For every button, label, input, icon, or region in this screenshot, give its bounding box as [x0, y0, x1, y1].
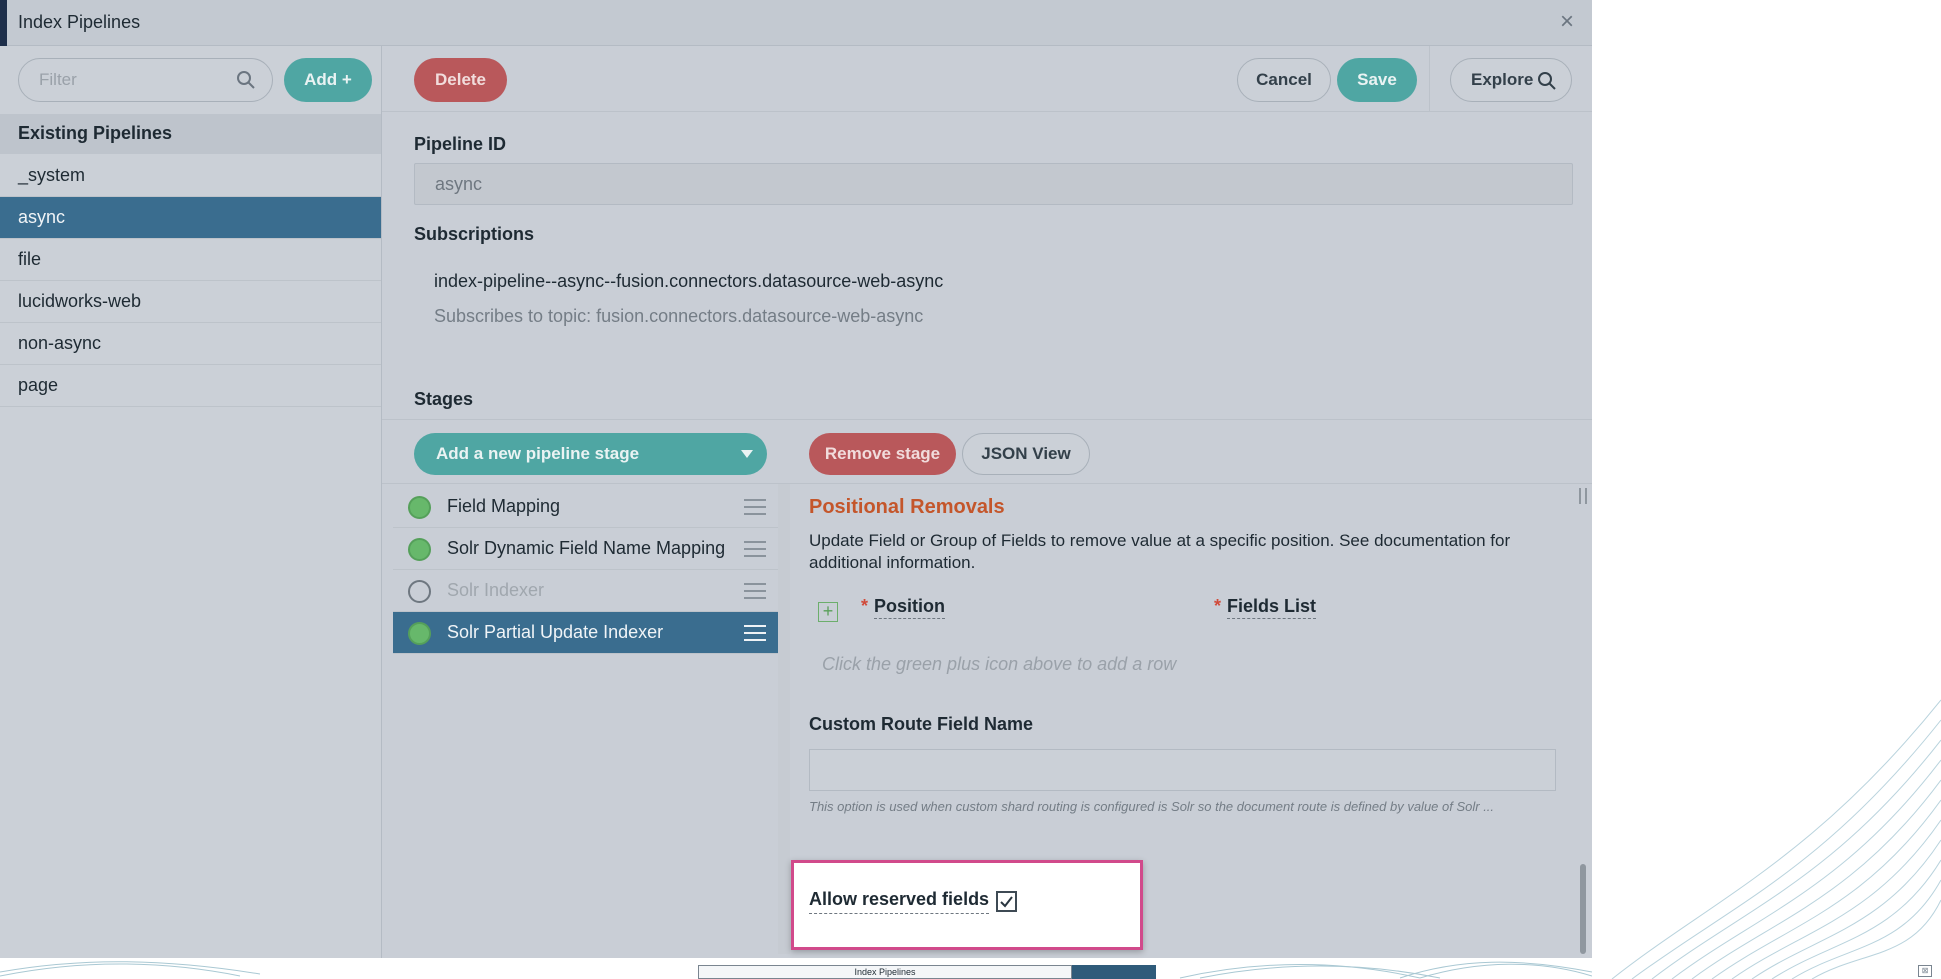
custom-route-help-text: This option is used when custom shard ro… — [809, 799, 1495, 814]
stage-list: Field Mapping Solr Dynamic Field Name Ma… — [393, 486, 778, 654]
editor-toolbar: Delete Cancel Save Explore — [382, 46, 1592, 112]
pipeline-item[interactable]: non-async — [0, 323, 381, 365]
stage-config-panel: Positional Removals Update Field or Grou… — [791, 484, 1579, 954]
delete-button[interactable]: Delete — [414, 58, 507, 102]
chevron-down-icon — [741, 450, 753, 458]
toolbar-divider — [1429, 46, 1430, 112]
checkmark-icon — [1000, 896, 1013, 908]
allow-reserved-fields-label: Allow reserved fields — [809, 889, 990, 914]
dialog-title: Index Pipelines — [18, 12, 141, 32]
subscription-topic: Subscribes to topic: fusion.connectors.d… — [434, 306, 924, 326]
page-backdrop — [1592, 0, 1941, 979]
pipeline-list: _system async file lucidworks-web non-as… — [0, 155, 381, 407]
section-title: Positional Removals — [809, 496, 1005, 518]
close-icon[interactable]: ⊠ — [1918, 965, 1932, 977]
filter-field[interactable] — [18, 58, 273, 102]
pipeline-id-label: Pipeline ID — [414, 134, 507, 154]
taskbar-window-tab[interactable]: Index Pipelines — [698, 965, 1072, 979]
stage-item[interactable]: Solr Dynamic Field Name Mapping — [393, 528, 778, 570]
stages-label: Stages — [414, 389, 474, 409]
divider — [382, 419, 1592, 420]
stage-enabled-icon[interactable] — [408, 496, 431, 519]
stage-disabled-icon[interactable] — [408, 580, 431, 603]
fields-list-column-header: * Fields List — [1214, 596, 1317, 619]
column-divider — [778, 484, 790, 954]
required-marker: * — [861, 596, 869, 616]
stage-enabled-icon[interactable] — [408, 622, 431, 645]
allow-reserved-fields-highlight: Allow reserved fields — [791, 860, 1143, 950]
explore-button[interactable]: Explore — [1450, 58, 1572, 102]
resize-grip-icon[interactable] — [1579, 488, 1587, 504]
config-scrollbar[interactable] — [1578, 488, 1588, 954]
taskbar-window-tab-active[interactable] — [1072, 965, 1156, 979]
existing-pipelines-header: Existing Pipelines — [0, 114, 381, 154]
search-icon[interactable] — [236, 70, 256, 95]
pipeline-item[interactable]: file — [0, 239, 381, 281]
add-stage-label: Add a new pipeline stage — [436, 444, 640, 463]
close-icon[interactable]: × — [1560, 8, 1574, 36]
decorative-wave-lines — [1611, 699, 1941, 979]
pipeline-item[interactable]: _system — [0, 155, 381, 197]
cancel-button[interactable]: Cancel — [1237, 58, 1331, 102]
section-description: Update Field or Group of Fields to remov… — [809, 531, 1511, 572]
stage-name: Solr Indexer — [447, 580, 545, 600]
pipeline-item-selected[interactable]: async — [0, 197, 381, 239]
drag-handle-icon[interactable] — [744, 583, 766, 604]
stage-item-selected[interactable]: Solr Partial Update Indexer — [393, 612, 778, 654]
position-label: Position — [874, 596, 946, 619]
subscriptions-label: Subscriptions — [414, 224, 535, 244]
stage-name: Solr Dynamic Field Name Mapping — [447, 538, 726, 558]
stage-item[interactable]: Field Mapping — [393, 486, 778, 528]
stage-item[interactable]: Solr Indexer — [393, 570, 778, 612]
stage-name: Field Mapping — [447, 496, 561, 516]
required-marker: * — [1214, 596, 1222, 616]
index-pipelines-dialog: Index Pipelines × Add + Existing Pipelin… — [0, 0, 1592, 958]
filter-input[interactable] — [39, 69, 229, 91]
custom-route-field-input[interactable] — [809, 749, 1556, 791]
pipeline-editor: Delete Cancel Save Explore Pipeline ID a… — [382, 46, 1592, 958]
custom-route-label: Custom Route Field Name — [809, 714, 1034, 734]
empty-table-hint: Click the green plus icon above to add a… — [822, 654, 1177, 674]
pipeline-item[interactable]: lucidworks-web — [0, 281, 381, 323]
search-icon — [1537, 71, 1557, 96]
drag-handle-icon[interactable] — [744, 499, 766, 520]
allow-reserved-fields-checkbox[interactable] — [996, 891, 1017, 912]
drag-handle-icon[interactable] — [744, 625, 766, 646]
json-view-button[interactable]: JSON View — [962, 433, 1090, 475]
pipeline-id-field: async — [414, 163, 1573, 205]
dialog-header: Index Pipelines × — [0, 0, 1592, 46]
stage-enabled-icon[interactable] — [408, 538, 431, 561]
stage-name: Solr Partial Update Indexer — [447, 622, 664, 642]
add-row-plus-icon[interactable]: + — [818, 602, 838, 622]
header-accent-bar — [0, 0, 7, 46]
save-button[interactable]: Save — [1337, 58, 1417, 102]
pipelines-sidebar: Add + Existing Pipelines _system async f… — [0, 46, 382, 958]
add-pipeline-button[interactable]: Add + — [284, 58, 372, 102]
pipeline-item[interactable]: page — [0, 365, 381, 407]
fields-list-label: Fields List — [1227, 596, 1317, 619]
explore-label: Explore — [1471, 70, 1534, 89]
position-column-header: * Position — [861, 596, 946, 619]
add-stage-dropdown[interactable]: Add a new pipeline stage — [414, 433, 767, 475]
scrollbar-thumb[interactable] — [1580, 864, 1586, 954]
drag-handle-icon[interactable] — [744, 541, 766, 562]
remove-stage-button[interactable]: Remove stage — [809, 433, 956, 475]
subscription-name: index-pipeline--async--fusion.connectors… — [434, 271, 944, 291]
